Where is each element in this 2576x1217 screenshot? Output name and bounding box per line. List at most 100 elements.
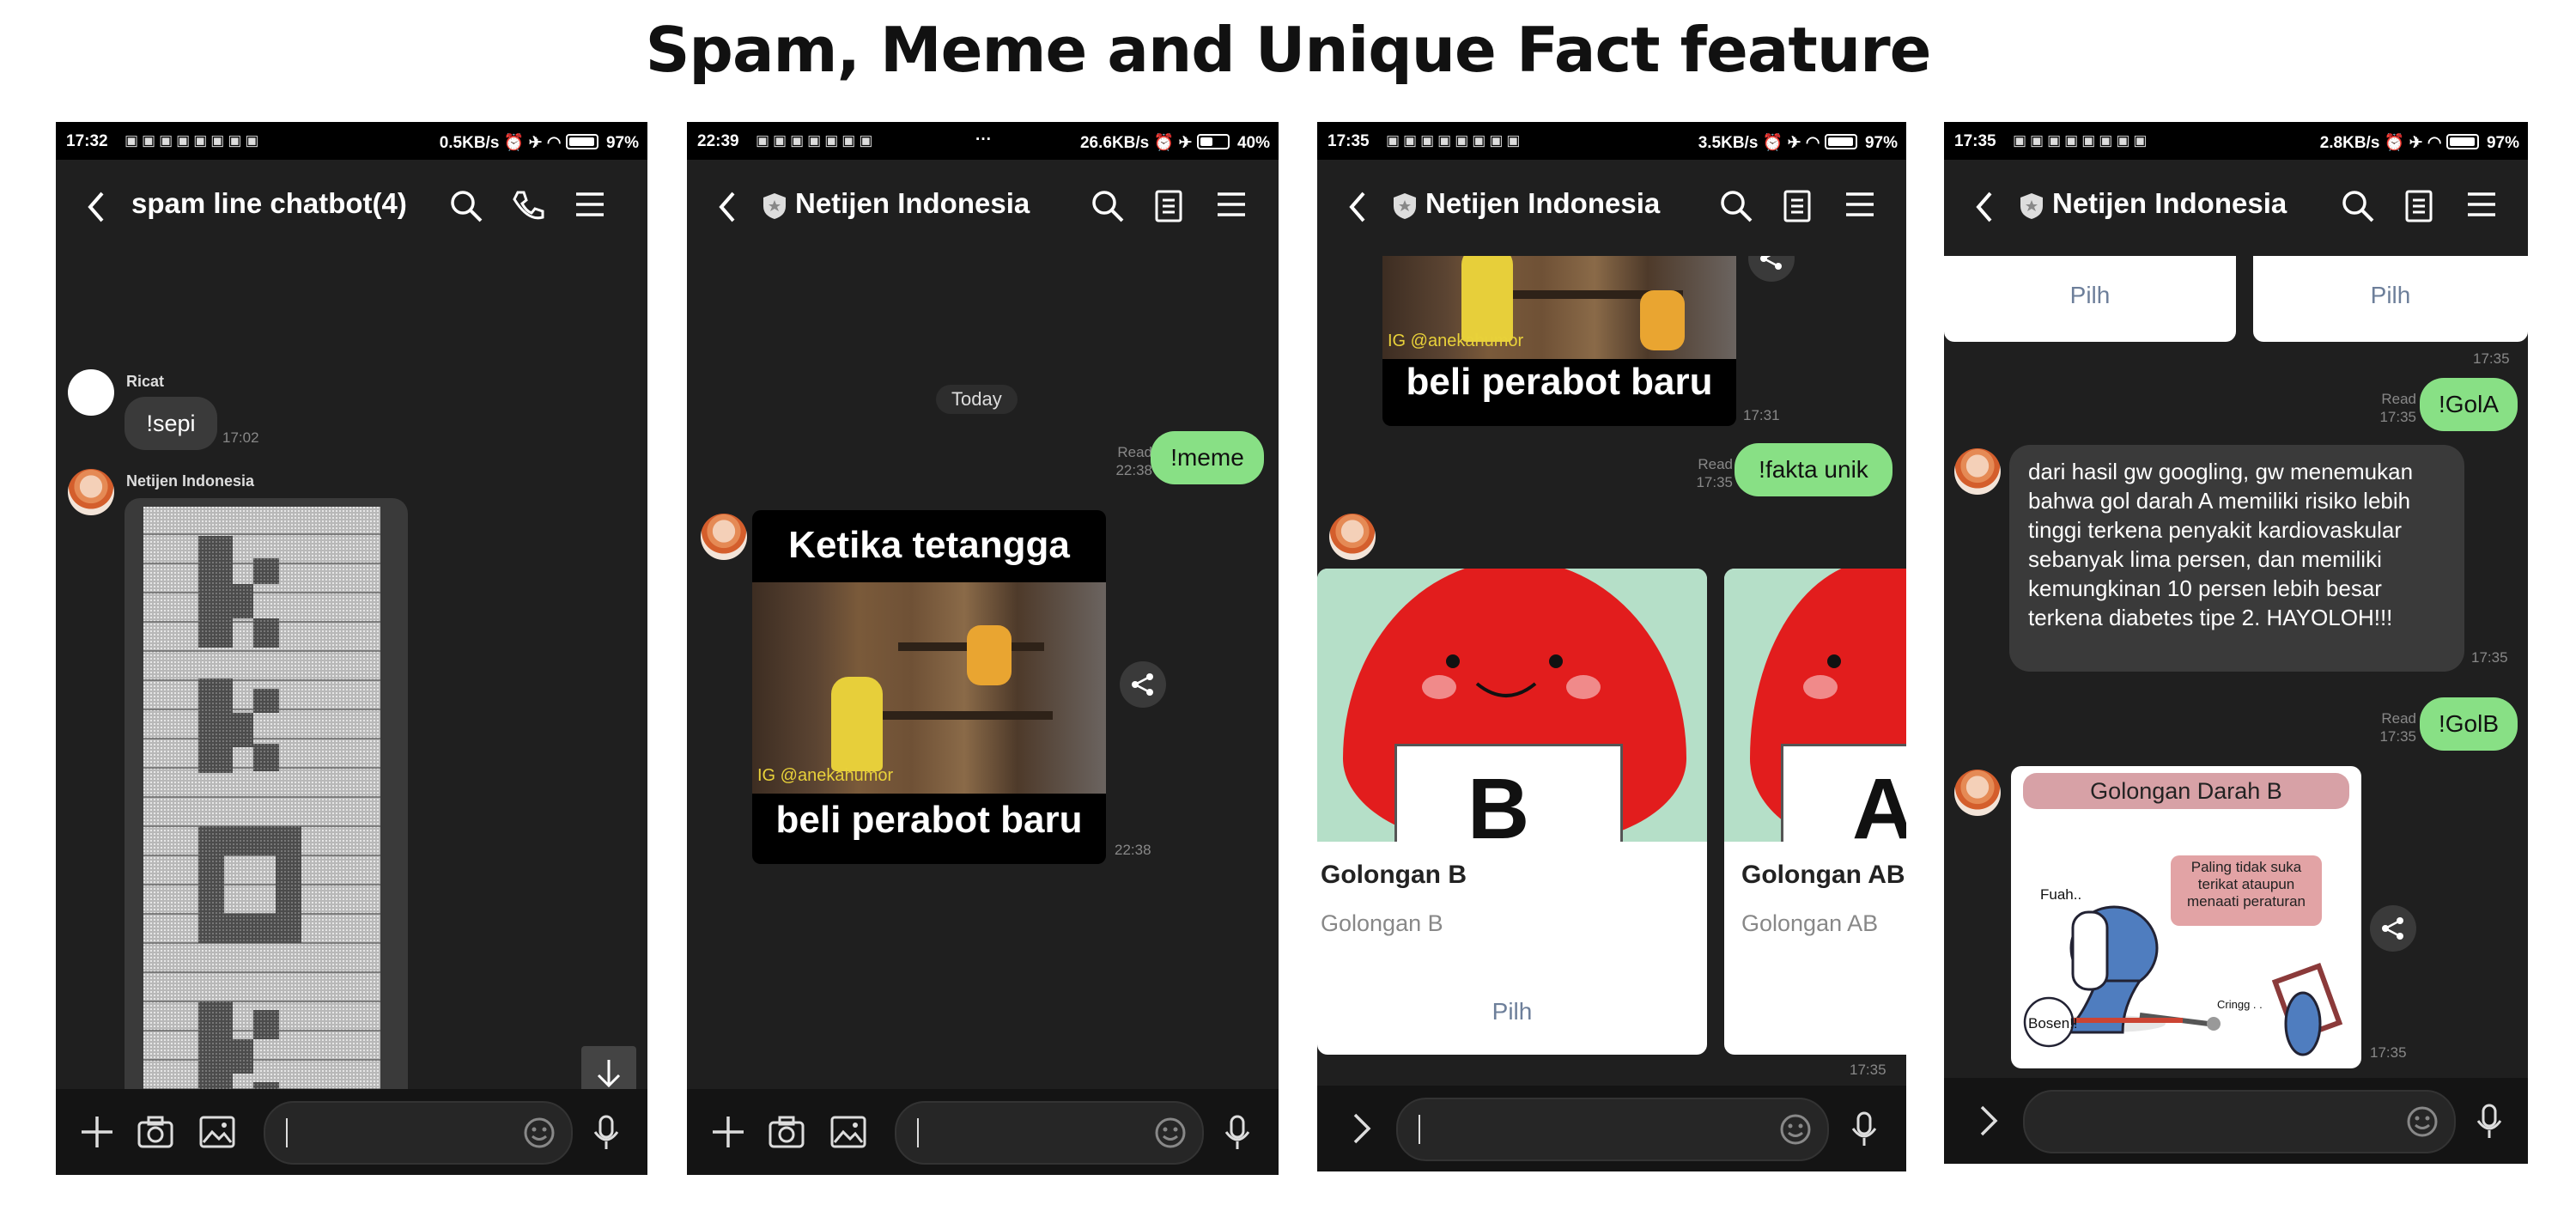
share-button[interactable] (1120, 661, 1166, 708)
chat-header: Netijen Indonesia (687, 160, 1279, 256)
share-button[interactable] (1748, 256, 1795, 282)
input-bar (56, 1089, 647, 1175)
avatar[interactable] (1954, 448, 2001, 495)
message-input[interactable] (1396, 1098, 1829, 1161)
screenshot-blood-type-facts: 17:35 ▣▣▣▣▣▣▣▣ 2.8KB/s ⏰ ✈ ◠ 97% Netijen… (1944, 122, 2528, 1164)
text-caret (917, 1118, 919, 1147)
card-action-pilh[interactable]: Pilh (2253, 282, 2528, 309)
menu-icon[interactable] (1216, 189, 1247, 220)
back-arrow-icon[interactable] (718, 191, 737, 223)
read-receipt: Read 17:35 (2379, 710, 2416, 745)
menu-icon[interactable] (574, 189, 605, 220)
status-right: 0.5KB/s ⏰ ✈ ◠ 97% (440, 132, 639, 153)
chat-header: spam line chatbot(4) (56, 160, 647, 256)
chat-area[interactable]: IG @anekahumor beli perabot baru 17:31 R… (1317, 256, 1906, 1086)
meme-bottom-caption: beli perabot baru (775, 799, 1083, 841)
microphone-icon[interactable] (1850, 1111, 1879, 1147)
input-bar (1317, 1086, 1906, 1171)
meme-image[interactable]: IG @anekahumor beli perabot baru (1382, 256, 1736, 426)
carousel-card[interactable]: B Golongan B Golongan B Pilh (1317, 569, 1707, 1055)
carousel-card[interactable]: Pilh (2253, 256, 2528, 342)
avatar[interactable] (68, 369, 114, 416)
avatar[interactable] (1954, 770, 2001, 816)
microphone-icon[interactable] (1223, 1115, 1252, 1151)
battery-level: 97% (605, 134, 639, 152)
chat-title: Netijen Indonesia (2052, 187, 2287, 219)
read-receipt: Read 17:35 (2379, 391, 2416, 425)
avatar[interactable] (68, 469, 114, 515)
status-right: 2.8KB/s ⏰ ✈ ◠ 97% (2320, 132, 2519, 153)
carousel-card[interactable]: Pilh (1944, 256, 2236, 342)
page-title: Spam, Meme and Unique Fact feature (645, 14, 1932, 86)
fact-text: dari hasil gw googling, gw menemukan bah… (2028, 459, 2414, 630)
message-input[interactable] (264, 1101, 573, 1165)
search-icon[interactable] (449, 189, 483, 223)
card-image: B (1317, 569, 1707, 842)
card-title: Golongan AB (1741, 861, 1905, 889)
chat-area[interactable]: Today Read 22:38 !meme Ketika tetangga IG… (687, 256, 1279, 1089)
smile (1475, 682, 1537, 697)
phone-call-icon[interactable] (511, 189, 545, 223)
chat-area[interactable]: Pilh Pilh 17:35 Read 17:35 !GolA dari has… (1944, 256, 2528, 1078)
card-subtitle: Golongan B (1321, 910, 1443, 936)
notification-icons: ▣▣▣▣▣▣▣▣ (125, 132, 263, 149)
emoji-icon[interactable] (523, 1117, 556, 1149)
carousel-card[interactable]: A Golongan AB Golongan AB (1724, 569, 1906, 1055)
emoji-icon[interactable] (1154, 1117, 1187, 1149)
read-receipt: Read 22:38 (1115, 444, 1152, 478)
scroll-down-button[interactable] (581, 1046, 636, 1089)
status-time: 17:32 (66, 132, 108, 150)
microphone-icon[interactable] (2475, 1104, 2504, 1140)
notes-icon[interactable] (1783, 189, 1812, 223)
microphone-icon[interactable] (592, 1115, 621, 1151)
menu-icon[interactable] (1844, 189, 1875, 220)
menu-icon[interactable] (2466, 189, 2497, 220)
network-speed: 26.6KB/s (1079, 134, 1150, 152)
avatar[interactable] (701, 514, 747, 560)
camera-icon[interactable] (768, 1115, 805, 1149)
notes-icon[interactable] (1154, 189, 1183, 223)
back-arrow-icon[interactable] (1975, 191, 1994, 223)
sender-name: Ricat (126, 373, 165, 390)
outgoing-message[interactable]: !fakta unik (1735, 443, 1893, 496)
camera-icon[interactable] (137, 1115, 174, 1149)
emoji-icon[interactable] (2406, 1105, 2439, 1138)
back-arrow-icon[interactable] (1348, 191, 1367, 223)
battery-icon (1196, 134, 1230, 149)
plus-icon[interactable] (711, 1115, 745, 1149)
network-speed: 2.8KB/s (2319, 134, 2380, 152)
card-action-pilh[interactable]: Pilh (1944, 282, 2236, 309)
expand-arrow-icon[interactable] (1352, 1111, 1372, 1146)
more-notifications: ··· (975, 131, 992, 149)
search-icon[interactable] (1091, 189, 1125, 223)
message-input[interactable] (2023, 1090, 2456, 1153)
search-icon[interactable] (1719, 189, 1753, 223)
text-caret (286, 1118, 288, 1147)
meme-image[interactable]: Ketika tetangga IG @anekahumor beli pera… (752, 510, 1106, 864)
outgoing-message[interactable]: !meme (1151, 431, 1264, 484)
gallery-icon[interactable] (198, 1115, 236, 1149)
expand-arrow-icon[interactable] (1978, 1104, 1999, 1138)
notes-icon[interactable] (2404, 189, 2433, 223)
emoji-icon[interactable] (1779, 1113, 1812, 1146)
fact-message[interactable]: dari hasil gw googling, gw menemukan bah… (2009, 445, 2464, 672)
share-button[interactable] (2370, 905, 2416, 952)
message-input[interactable] (895, 1101, 1204, 1165)
chat-title: spam line chatbot(4) (131, 187, 407, 219)
official-shield-icon (763, 193, 786, 219)
search-icon[interactable] (2341, 189, 2375, 223)
message-bubble[interactable]: !sepi (125, 397, 217, 450)
battery-level: 40% (1236, 134, 1270, 152)
spam-image-bubble[interactable] (125, 498, 408, 1089)
status-icons: ⏰ ✈ ◠ (2384, 134, 2446, 152)
plus-icon[interactable] (80, 1115, 114, 1149)
card-action-pilh[interactable]: Pilh (1317, 998, 1707, 1025)
outgoing-message[interactable]: !GolA (2420, 378, 2518, 431)
outgoing-message[interactable]: !GolB (2420, 697, 2518, 751)
gallery-icon[interactable] (829, 1115, 867, 1149)
chat-title: Netijen Indonesia (795, 187, 1030, 219)
blood-type-image[interactable]: Golongan Darah B Paling tidak suka terik… (2011, 766, 2361, 1068)
avatar[interactable] (1329, 514, 1376, 560)
chat-area[interactable]: Ricat !sepi 17:02 Netijen Indonesia (56, 256, 647, 1089)
back-arrow-icon[interactable] (87, 191, 106, 223)
